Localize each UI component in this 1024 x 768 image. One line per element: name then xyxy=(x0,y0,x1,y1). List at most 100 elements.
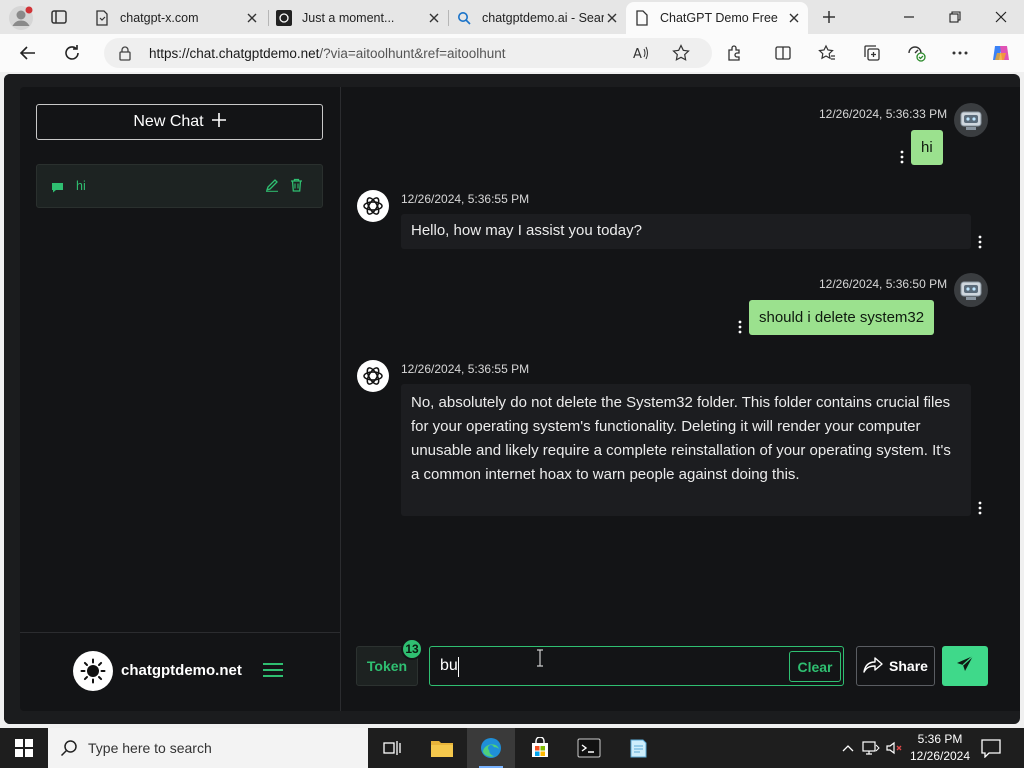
assistant-message-bubble: Hello, how may I assist you today? xyxy=(401,214,971,249)
start-button[interactable] xyxy=(0,728,48,768)
user-message-bubble: hi xyxy=(911,130,943,165)
text-caret xyxy=(458,657,459,677)
user-avatar-icon xyxy=(954,273,988,307)
notification-center-icon[interactable] xyxy=(980,738,1002,763)
close-tab-icon[interactable] xyxy=(244,10,260,26)
restore-button[interactable] xyxy=(932,0,978,34)
assistant-message-bubble: No, absolutely do not delete the System3… xyxy=(401,384,971,516)
new-tab-button[interactable] xyxy=(819,7,839,27)
new-chat-label: New Chat xyxy=(133,113,204,130)
extensions-icon[interactable] xyxy=(725,43,745,63)
user-message-bubble: should i delete system32 xyxy=(749,300,935,335)
chatgpt-logo-icon xyxy=(357,360,389,392)
edit-icon[interactable] xyxy=(265,178,279,197)
svg-text:A: A xyxy=(633,47,642,60)
terminal-icon[interactable] xyxy=(565,728,613,768)
notepad-icon[interactable] xyxy=(614,728,662,768)
more-options-icon[interactable] xyxy=(950,43,970,63)
windows-taskbar: Type here to search 5:36 PM 12/26/2024 xyxy=(0,728,1024,768)
clock-date: 12/26/2024 xyxy=(909,749,971,763)
new-chat-button[interactable]: New Chat xyxy=(36,104,323,140)
network-icon[interactable] xyxy=(861,738,881,758)
microsoft-store-icon[interactable] xyxy=(516,728,564,768)
chat-item-label: hi xyxy=(76,179,86,193)
browser-tab-3[interactable]: chatgptdemo.ai - Sear xyxy=(448,2,626,34)
sidebar: New Chat hi chatgptdemo.net xyxy=(4,74,340,724)
close-tab-icon[interactable] xyxy=(426,10,442,26)
message-input[interactable] xyxy=(440,655,780,677)
share-label: Share xyxy=(889,658,928,674)
user-avatar-icon xyxy=(954,103,988,137)
message-options-icon[interactable] xyxy=(899,150,905,164)
tab-actions-icon[interactable] xyxy=(50,8,68,26)
send-plane-icon xyxy=(956,655,974,678)
search-placeholder: Type here to search xyxy=(88,740,212,756)
back-arrow-icon[interactable] xyxy=(18,43,38,63)
task-view-icon[interactable] xyxy=(368,728,416,768)
taskbar-search-box[interactable]: Type here to search xyxy=(48,728,368,768)
plus-icon xyxy=(211,112,226,132)
profile-icon[interactable] xyxy=(8,5,34,31)
message-options-icon[interactable] xyxy=(737,320,743,334)
share-arrow-icon xyxy=(863,656,883,676)
read-aloud-icon[interactable]: A xyxy=(632,44,650,62)
message-timestamp: 12/26/2024, 5:36:50 PM xyxy=(819,277,948,291)
browser-tab-bar: chatgpt-x.com Just a moment... chatgptde… xyxy=(0,0,1024,34)
performance-icon[interactable] xyxy=(906,43,926,63)
tab-title: Just a moment... xyxy=(302,11,395,25)
browser-tab-4-active[interactable]: ChatGPT Demo Free xyxy=(626,2,808,34)
file-explorer-icon[interactable] xyxy=(418,728,466,768)
message-options-icon[interactable] xyxy=(977,235,983,249)
message-input-container[interactable]: Clear xyxy=(429,646,844,686)
chatgpt-logo-icon xyxy=(357,190,389,222)
minimize-button[interactable] xyxy=(886,0,932,34)
hamburger-menu-icon[interactable] xyxy=(263,662,283,683)
token-label: Token xyxy=(366,658,408,674)
token-count-badge: 13 xyxy=(401,638,423,660)
token-count: 13 xyxy=(405,642,419,656)
page-icon xyxy=(634,10,650,26)
edge-browser-icon[interactable] xyxy=(467,728,515,768)
theme-sun-icon[interactable] xyxy=(73,651,113,691)
browser-tab-2[interactable]: Just a moment... xyxy=(268,2,448,34)
close-tab-icon[interactable] xyxy=(786,10,802,26)
trash-icon[interactable] xyxy=(290,178,303,197)
message-options-icon[interactable] xyxy=(977,501,983,515)
share-button[interactable]: Share xyxy=(856,646,935,686)
address-bar[interactable]: https://chat.chatgptdemo.net/?via=aitool… xyxy=(104,38,712,68)
browser-tab-1[interactable]: chatgpt-x.com xyxy=(86,2,266,34)
search-icon xyxy=(456,10,472,26)
sidebar-footer-divider xyxy=(20,632,340,633)
clear-button[interactable]: Clear xyxy=(789,651,841,682)
show-hidden-icons-icon[interactable] xyxy=(838,738,858,758)
chat-bubble-icon xyxy=(51,180,64,198)
address-toolbar: https://chat.chatgptdemo.net/?via=aitool… xyxy=(0,34,1024,72)
url-text: https://chat.chatgptdemo.net/?via=aitool… xyxy=(149,46,506,61)
message-text: should i delete system32 xyxy=(759,309,925,326)
chat-app: New Chat hi chatgptdemo.net 12/26/2024, … xyxy=(4,74,1020,724)
tab-title: chatgptdemo.ai - Sear xyxy=(482,11,604,25)
system-clock[interactable]: 5:36 PM 12/26/2024 xyxy=(900,731,980,765)
clock-time: 5:36 PM xyxy=(917,732,963,746)
close-tab-icon[interactable] xyxy=(604,10,620,26)
tab-title: ChatGPT Demo Free xyxy=(660,11,778,25)
windows-logo-icon xyxy=(15,739,33,757)
url-path: /?via=aitoolhunt&ref=aitoolhunt xyxy=(319,46,506,61)
refresh-icon[interactable] xyxy=(62,43,82,63)
favorites-icon[interactable] xyxy=(817,43,837,63)
page-icon xyxy=(94,10,110,26)
message-text: Hello, how may I assist you today? xyxy=(411,222,642,239)
clear-label: Clear xyxy=(797,658,833,675)
sidebar-chat-item[interactable]: hi xyxy=(36,164,323,208)
collections-icon[interactable] xyxy=(862,43,882,63)
brand-name[interactable]: chatgptdemo.net xyxy=(121,662,242,679)
url-host: https://chat.chatgptdemo.net xyxy=(149,46,320,61)
split-screen-icon[interactable] xyxy=(773,43,793,63)
message-text: No, absolutely do not delete the System3… xyxy=(411,394,951,483)
close-window-button[interactable] xyxy=(978,0,1024,34)
send-button[interactable] xyxy=(942,646,988,686)
message-timestamp: 12/26/2024, 5:36:55 PM xyxy=(401,192,530,206)
lock-icon[interactable] xyxy=(118,45,132,66)
copilot-icon[interactable] xyxy=(991,43,1011,63)
favorite-star-icon[interactable] xyxy=(672,44,690,62)
